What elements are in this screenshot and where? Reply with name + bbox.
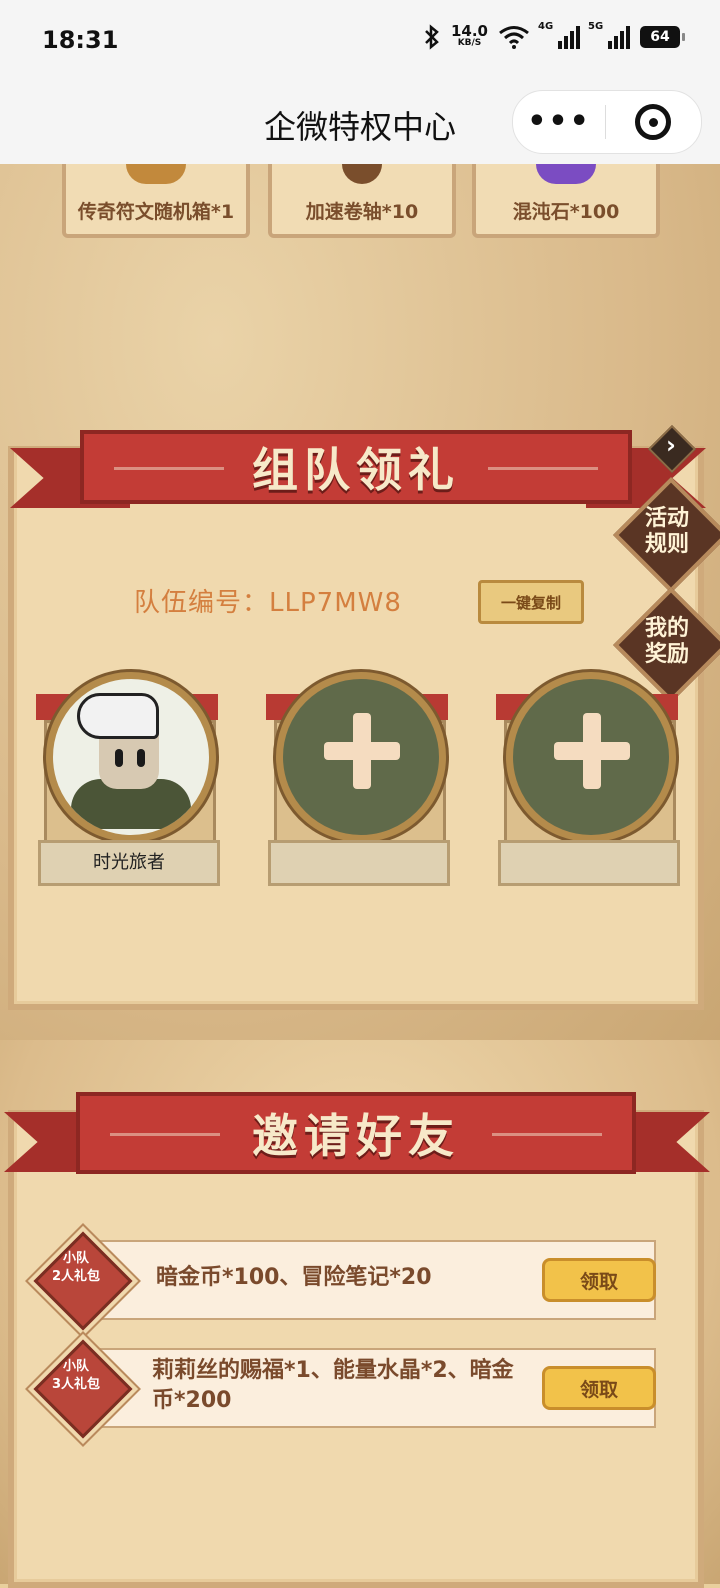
chevron-right-icon: › <box>666 431 676 459</box>
gift-row-2-person: 小队 2人礼包 暗金币*100、冒险笔记*20 领取 <box>33 1231 658 1331</box>
invite-member-button[interactable] <box>276 672 446 842</box>
gift-badge-label: 小队 3人礼包 <box>51 1359 101 1392</box>
member-name: 时光旅者 <box>38 840 220 886</box>
member-slot-2[interactable] <box>266 672 450 890</box>
claim-button[interactable]: 领取 <box>542 1366 656 1410</box>
signal-4g-icon: 4G <box>538 21 580 49</box>
status-bar: 18:31 14.0 KB/S 4G 5G 64 <box>0 0 720 82</box>
rune-box-icon <box>126 164 186 184</box>
member-slot-1: 时光旅者 <box>36 672 220 890</box>
team-id-row: 队伍编号：LLP7MW8 <box>134 582 402 619</box>
nav-bar: 企微特权中心 ••• <box>0 82 720 164</box>
my-rewards-button-label[interactable]: 我的 奖励 <box>622 616 712 668</box>
status-icons: 14.0 KB/S 4G 5G 64 <box>423 21 685 50</box>
reward-card-scroll: 加速卷轴*10 <box>268 164 456 238</box>
status-time: 18:31 <box>42 26 119 54</box>
member-name <box>498 840 680 886</box>
rules-button-label[interactable]: 活动 规则 <box>622 506 712 558</box>
avatar <box>46 672 216 842</box>
reward-card-chaos-stone: 混沌石*100 <box>472 164 660 238</box>
team-id-value: LLP7MW8 <box>269 588 402 618</box>
claim-button[interactable]: 领取 <box>542 1258 656 1302</box>
battery-icon: 64 <box>640 26 685 48</box>
invite-section-title: 邀请好友 <box>252 1109 460 1163</box>
mini-program-capsule: ••• <box>512 90 702 154</box>
gift-row-3-person: 小队 3人礼包 莉莉丝的赐福*1、能量水晶*2、暗金币*200 领取 <box>33 1339 658 1439</box>
bluetooth-icon <box>425 24 439 50</box>
close-button[interactable] <box>606 104 700 140</box>
more-button[interactable]: ••• <box>513 92 605 152</box>
target-icon <box>635 104 671 140</box>
gift-badge-label: 小队 2人礼包 <box>51 1251 101 1284</box>
invite-member-button[interactable] <box>506 672 676 842</box>
member-name <box>268 840 450 886</box>
member-slot-3[interactable] <box>496 672 680 890</box>
team-id-label: 队伍编号： <box>134 588 270 618</box>
copy-button[interactable]: 一键复制 <box>478 580 584 624</box>
signal-5g-icon: 5G <box>588 21 630 49</box>
network-speed: 14.0 KB/S <box>450 22 488 49</box>
wifi-icon <box>499 26 529 49</box>
chaos-stone-icon <box>536 164 596 184</box>
scroll-icon <box>342 164 382 184</box>
gift-contents: 暗金币*100、冒险笔记*20 <box>156 1265 432 1290</box>
gift-contents: 莉莉丝的赐福*1、能量水晶*2、暗金币*200 <box>152 1358 514 1413</box>
reward-card-rune-box: 传奇符文随机箱*1 <box>62 164 250 238</box>
team-section-title: 组队领礼 <box>252 443 460 497</box>
